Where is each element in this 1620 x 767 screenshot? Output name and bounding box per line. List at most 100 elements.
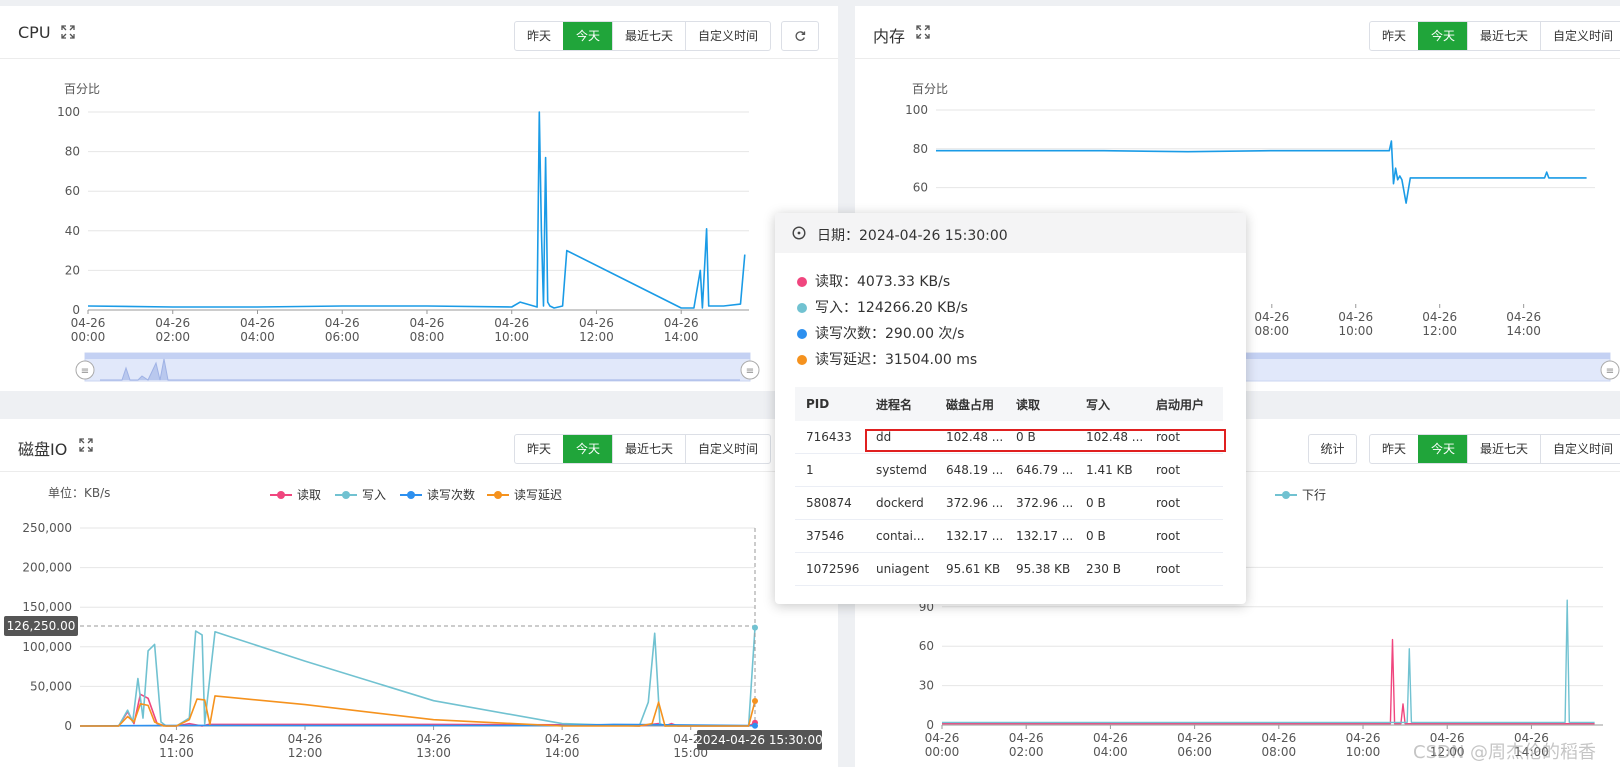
tooltip-rw-latency-value: 读写延迟：31504.00 ms [815,352,978,368]
table-row: 1 systemd 648.19 ... 646.79 ... 1.41 KB … [795,453,1223,487]
series-line-下行 [942,599,1595,724]
y-tick-label: 60 [65,184,80,198]
y-tick-label: 20 [65,263,80,277]
cell-read: 132.17 ... [1005,519,1075,553]
y-tick-label: 0 [64,719,72,733]
cell-pid: 1072596 [795,552,865,586]
highlight-annotation-box [865,429,1226,452]
cell-user: root [1145,552,1223,586]
legend-label-1: 写入 [362,488,386,502]
cell-user: root [1145,519,1223,553]
disk-io-tooltip: 日期：2024-04-26 15:30:00 读取：4073.33 KB/s 写… [775,213,1246,604]
x-tick-label: 04-26 [416,732,451,746]
x-tick-label: 04-26 [155,316,190,330]
x-tick-label: 08:00 [1262,745,1297,759]
x-tick-label: 10:00 [1346,745,1381,759]
col-pid: PID [795,387,865,421]
y-axis-label: 百分比 [64,82,100,96]
x-tick-label: 04-26 [240,316,275,330]
series-line-写入 [80,627,756,727]
legend-label-0: 读取 [297,488,321,502]
x-tick-label: 04-26 [410,316,445,330]
x-tick-label: 12:00 [288,746,323,760]
x-tick-label: 06:00 [1177,745,1212,759]
x-tick-label: 08:00 [410,330,445,344]
x-tick-label: 04-26 [1009,731,1044,745]
x-tick-label: 04:00 [240,330,275,344]
axis-pointer-dot [752,722,758,729]
cell-write: 230 B [1075,552,1145,586]
process-table: PID 进程名 磁盘占用 读取 写入 启动用户 716433 dd 102.48… [795,387,1223,586]
cell-disk-usage: 372.96 ... [935,486,1005,520]
x-tick-label: 14:00 [1506,324,1541,338]
x-tick-label: 10:00 [494,330,529,344]
rw-latency-legend-dot [797,355,807,365]
tooltip-row-rw-count: 读写次数：290.00 次/s [797,324,964,344]
tooltip-write-value: 写入：124266.20 KB/s [815,300,968,316]
write-legend-dot [797,303,807,313]
series-line-读写延迟 [80,695,756,727]
y-tick-label: 60 [919,639,934,653]
cell-write: 0 B [1075,519,1145,553]
cell-process-name: dockerd [865,486,935,520]
x-tick-label: 04-26 [71,316,106,330]
y-tick-label: 250,000 [22,521,72,535]
legend-label-2: 读写次数 [427,487,475,502]
x-tick-label: 00:00 [925,745,960,759]
x-tick-label: 12:00 [1422,324,1457,338]
legend-marker [494,491,502,499]
x-tick-label: 08:00 [1254,324,1289,338]
cell-write: 1.41 KB [1075,453,1145,487]
y-tick-label: 150,000 [22,600,72,614]
y-tick-label: 200,000 [22,561,72,575]
x-tick-label: 14:00 [664,330,699,344]
x-tick-label: 02:00 [1009,745,1044,759]
cell-pid: 716433 [795,421,865,454]
x-tick-label: 04-26 [579,316,614,330]
legend-marker [1282,491,1290,499]
tooltip-row-read: 读取：4073.33 KB/s [797,272,950,292]
cell-write: 0 B [1075,486,1145,520]
zoom-slider-bar [85,353,750,359]
cell-read: 95.38 KB [1005,552,1075,586]
disk-io-panel: 磁盘IO 昨天 今天 最近七天 自定义时间 0 50,000 100,000 150,… [0,419,838,767]
table-row: 37546 contai... 132.17 ... 132.17 ... 0 … [795,519,1223,553]
cell-read: 646.79 ... [1005,453,1075,487]
y-tick-label: 50,000 [30,679,72,693]
col-process-name: 进程名 [865,387,935,421]
x-tick-label: 04:00 [1093,745,1128,759]
legend-label-3: 读写延迟 [514,488,562,502]
series-line-读取 [80,693,756,727]
x-tick-label: 04-26 [1261,731,1296,745]
col-disk-usage: 磁盘占用 [935,387,1005,421]
table-row: 1072596 uniagent 95.61 KB 95.38 KB 230 B… [795,552,1223,586]
tooltip-row-write: 写入：124266.20 KB/s [797,298,968,318]
tooltip-date: 日期：2024-04-26 15:30:00 [817,228,1008,244]
x-tick-label: 04-26 [288,732,323,746]
x-tick-label: 14:00 [545,746,580,760]
read-legend-dot [797,277,807,287]
series-line-series [87,111,746,309]
x-tick-label: 04-26 [1506,310,1541,324]
x-tick-label: 04-26 [159,732,194,746]
y-tick-label: 60 [913,181,928,195]
table-row: 580874 dockerd 372.96 ... 372.96 ... 0 B… [795,486,1223,520]
x-tick-label: 11:00 [159,746,194,760]
legend-marker [407,491,415,499]
x-tick-label: 06:00 [325,330,360,344]
legend-marker [342,491,350,499]
col-read: 读取 [1005,387,1075,421]
axis-pointer-y-label: 126,250.00 [7,619,76,633]
x-tick-label: 04-26 [1346,731,1381,745]
y-tick-label: 80 [913,142,928,156]
x-tick-label: 02:00 [155,330,190,344]
handle-grip-icon: ≡ [1606,366,1614,377]
cell-user: root [1145,453,1223,487]
x-tick-label: 04-26 [325,316,360,330]
x-tick-label: 04-26 [1177,731,1212,745]
y-tick-label: 30 [919,679,934,693]
x-tick-label: 04-26 [1338,310,1373,324]
tooltip-row-rw-latency: 读写延迟：31504.00 ms [797,350,977,370]
cell-user: root [1145,486,1223,520]
handle-grip-icon: ≡ [81,366,89,377]
